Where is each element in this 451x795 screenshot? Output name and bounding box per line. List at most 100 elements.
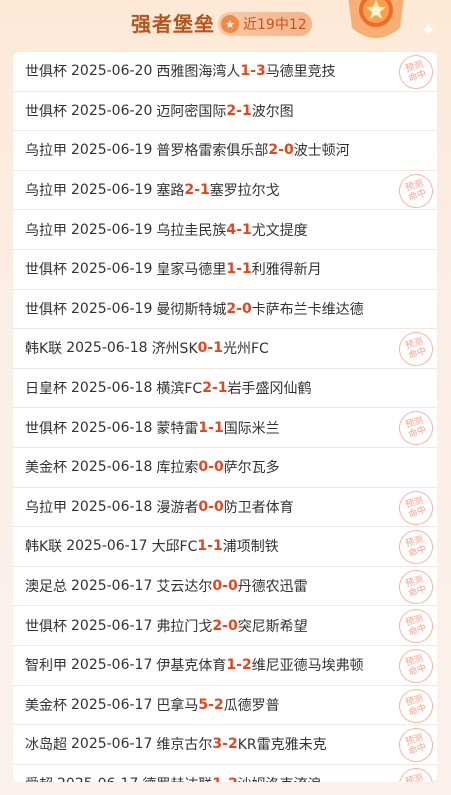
- match-league: 美金杯: [25, 697, 67, 714]
- match-date: 2025-06-19: [71, 142, 153, 159]
- match-row[interactable]: 韩K联 2025-06-17 大邱FC 1 - 1 浦项制铁 预测 命中: [13, 525, 437, 569]
- home-score: 1: [240, 63, 251, 80]
- match-league: 爱超: [25, 774, 53, 782]
- away-team: 防卫者体育: [223, 499, 294, 516]
- match-league: 世俱杯: [25, 64, 67, 81]
- match-league: 乌拉甲: [25, 499, 67, 516]
- match-row[interactable]: 冰岛超 2025-06-17 维京古尔 3 - 2 KR雷克雅未克 预测 命中: [13, 723, 437, 767]
- away-score: 2: [241, 657, 252, 674]
- match-row[interactable]: 世俱杯 2025-06-20 迈阿密国际 2 - 1 波尔图: [13, 92, 437, 132]
- match-date: 2025-06-19: [71, 300, 153, 317]
- home-team: 德罗赫达联: [142, 774, 212, 782]
- away-team: 维尼亚德马埃弗顿: [251, 658, 364, 675]
- header: 强者堡垒 ★ 近19中12 ✦: [0, 0, 451, 50]
- match-row[interactable]: 世俱杯 2025-06-17 弗拉门戈 2 - 0 突尼斯希望 预测 命中: [13, 604, 437, 648]
- match-row[interactable]: 世俱杯 2025-06-19 曼彻斯特城 2 - 0 卡萨布兰卡维达德: [13, 290, 437, 330]
- home-score: 2: [212, 617, 223, 634]
- home-team: 迈阿密国际: [156, 103, 227, 120]
- home-score: 2: [226, 300, 237, 317]
- away-score: 2: [228, 776, 238, 782]
- away-team: 尤文提度: [251, 222, 308, 239]
- match-league: 智利甲: [25, 658, 67, 675]
- match-row[interactable]: 乌拉甲 2025-06-19 塞路 2 - 1 塞罗拉尔戈 预测 命中: [13, 169, 437, 213]
- match-date: 2025-06-17: [71, 578, 153, 595]
- home-score: 4: [226, 221, 237, 238]
- away-score: 1: [241, 261, 252, 278]
- home-score: 2: [268, 142, 279, 159]
- match-date: 2025-06-20: [71, 102, 153, 119]
- away-team: 卡萨布兰卡维达德: [251, 301, 364, 318]
- home-score: 0: [212, 578, 223, 595]
- away-team: 马德里竞技: [265, 64, 336, 81]
- hit-stamp-icon: 预测命中: [394, 763, 437, 782]
- hit-stamp-icon: 预测命中: [394, 565, 437, 609]
- match-row[interactable]: 美金杯 2025-06-17 巴拿马 5 - 2 瓜德罗普 预测 命中: [13, 684, 437, 727]
- away-score: 0: [213, 498, 224, 515]
- match-row[interactable]: 日皇杯 2025-06-18 横滨FC 2 - 1 岩手盛冈仙鹤: [13, 369, 437, 409]
- match-row[interactable]: 美金杯 2025-06-18 库拉索 0 - 0 萨尔瓦多: [13, 448, 437, 488]
- away-team: 瓜德罗普: [223, 697, 280, 714]
- match-date: 2025-06-18: [71, 380, 153, 397]
- home-team: 库拉索: [156, 460, 199, 477]
- away-score: 1: [241, 221, 252, 238]
- match-league: 世俱杯: [25, 420, 67, 437]
- match-row[interactable]: 智利甲 2025-06-17 伊基克体育 1 - 2 维尼亚德马埃弗顿 预测 命中: [13, 644, 437, 688]
- home-team: 济州SK: [151, 341, 198, 358]
- match-row[interactable]: 世俱杯 2025-06-18 蒙特雷 1 - 1 国际米兰 预测 命中: [13, 406, 437, 450]
- away-team: 国际米兰: [223, 420, 280, 437]
- match-row[interactable]: 乌拉甲 2025-06-19 乌拉圭民族 4 - 1 尤文提度: [13, 210, 437, 250]
- match-row[interactable]: 世俱杯 2025-06-19 皇家马德里 1 - 1 利雅得新月: [13, 250, 437, 290]
- match-date: 2025-06-18: [66, 340, 148, 357]
- away-score: 0: [241, 300, 252, 317]
- streak-badge: ★ 近19中12: [218, 12, 312, 36]
- away-score: 0: [227, 617, 238, 634]
- hit-stamp-icon: 预测命中: [394, 684, 437, 727]
- prediction-list: 世俱杯 2025-06-20 西雅图海湾人 1 - 3 马德里竞技 预测 命中 世俱杯 2025…: [13, 52, 437, 782]
- hit-stamp-icon: 预测命中: [394, 406, 437, 450]
- home-score: 1: [198, 419, 209, 436]
- home-team: 曼彻斯特城: [156, 301, 227, 318]
- away-team: 浦项制铁: [222, 539, 279, 556]
- sparkle-icon: ✦: [421, 20, 437, 41]
- away-score: 1: [213, 419, 224, 436]
- away-score: 1: [213, 340, 223, 357]
- home-score: 5: [198, 696, 209, 713]
- match-date: 2025-06-20: [71, 63, 153, 80]
- match-league: 世俱杯: [25, 301, 67, 318]
- home-team: 蒙特雷: [156, 420, 199, 437]
- match-row[interactable]: 韩K联 2025-06-18 济州SK 0 - 1 光州FC 预测 命中: [13, 327, 437, 371]
- match-date: 2025-06-17: [71, 696, 153, 713]
- match-league: 韩K联: [25, 341, 63, 358]
- match-league: 韩K联: [25, 539, 63, 556]
- home-team: 维京古尔: [156, 737, 213, 754]
- away-score: 3: [255, 63, 266, 80]
- home-team: 漫游者: [156, 499, 199, 516]
- match-league: 冰岛超: [25, 737, 67, 754]
- match-league: 世俱杯: [25, 103, 67, 120]
- match-date: 2025-06-18: [71, 459, 153, 476]
- home-score: 2: [202, 380, 212, 397]
- away-score: 1: [217, 380, 228, 397]
- hit-stamp-icon: 预测命中: [394, 327, 437, 371]
- match-league: 日皇杯: [25, 381, 67, 398]
- match-date: 2025-06-17: [71, 736, 153, 753]
- stamp-line1: 预测: [404, 772, 425, 782]
- match-date: 2025-06-17: [57, 776, 138, 782]
- away-score: 0: [227, 578, 238, 595]
- home-team: 横滨FC: [156, 381, 203, 398]
- away-team: 岩手盛冈仙鹤: [227, 381, 312, 398]
- away-team: 光州FC: [222, 341, 269, 358]
- away-score: 1: [241, 102, 252, 119]
- hit-stamp-icon: 预测命中: [394, 52, 437, 94]
- match-row[interactable]: 澳足总 2025-06-17 艾云达尔 0 - 0 丹德农迅雷 预测 命中: [13, 565, 437, 609]
- match-date: 2025-06-18: [71, 498, 153, 515]
- match-row[interactable]: 乌拉甲 2025-06-19 普罗格雷索俱乐部 2 - 0 波士顿河: [13, 131, 437, 171]
- away-team: 波士顿河: [293, 143, 350, 160]
- match-date: 2025-06-18: [71, 419, 153, 436]
- hit-stamp-icon: 预测命中: [394, 604, 437, 648]
- match-row[interactable]: 爱超2025-06-17德罗赫达联1 - 2沙姆洛克流浪预测命中: [13, 763, 437, 782]
- match-row[interactable]: 世俱杯 2025-06-20 西雅图海湾人 1 - 3 马德里竞技 预测 命中: [13, 52, 437, 94]
- match-row[interactable]: 乌拉甲 2025-06-18 漫游者 0 - 0 防卫者体育 预测 命中: [13, 486, 437, 529]
- match-league: 世俱杯: [25, 618, 67, 635]
- hit-stamp-icon: 预测命中: [394, 169, 437, 213]
